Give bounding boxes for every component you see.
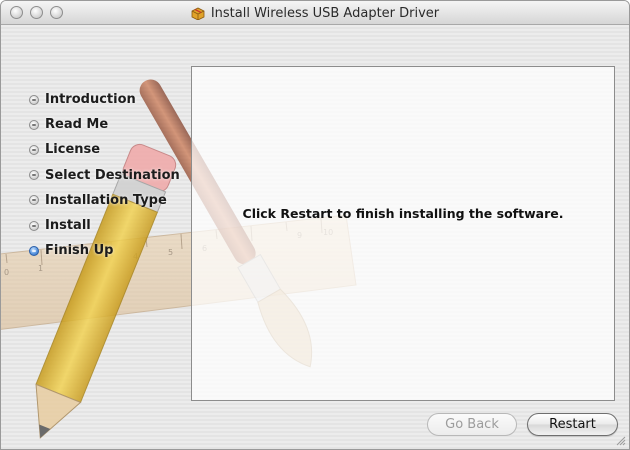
- step-installation-type: Installation Type: [29, 188, 189, 213]
- restart-button[interactable]: Restart: [527, 413, 618, 436]
- package-icon: [191, 7, 205, 20]
- title-bar[interactable]: Install Wireless USB Adapter Driver: [1, 1, 629, 25]
- step-license: License: [29, 137, 189, 162]
- finish-message: Click Restart to finish installing the s…: [242, 206, 564, 221]
- step-label: Installation Type: [45, 192, 167, 208]
- step-bullet-icon: [29, 220, 39, 231]
- svg-text:0: 0: [4, 268, 9, 277]
- window-title: Install Wireless USB Adapter Driver: [210, 5, 440, 21]
- step-label: Introduction: [45, 92, 136, 108]
- step-label: Select Destination: [45, 167, 180, 183]
- step-label: Finish Up: [45, 243, 114, 259]
- step-bullet-icon: [29, 119, 39, 130]
- go-back-button[interactable]: Go Back: [427, 413, 517, 436]
- step-bullet-icon: [29, 170, 39, 181]
- title-group: Install Wireless USB Adapter Driver: [1, 1, 629, 25]
- installer-window: Install Wireless USB Adapter Driver 0 1 …: [0, 0, 630, 450]
- step-label: Read Me: [45, 117, 109, 133]
- step-label: License: [45, 142, 101, 158]
- step-introduction: Introduction: [29, 87, 189, 112]
- step-bullet-icon: [29, 144, 39, 155]
- step-bullet-icon: [29, 195, 39, 206]
- step-select-destination: Select Destination: [29, 163, 189, 188]
- step-finish-up: Finish Up: [29, 238, 189, 263]
- content-pane: Click Restart to finish installing the s…: [191, 66, 615, 401]
- step-bullet-icon: [29, 94, 39, 105]
- step-install: Install: [29, 213, 189, 238]
- svg-text:1: 1: [38, 264, 43, 273]
- installer-steps: Introduction Read Me License Select Dest…: [29, 87, 189, 263]
- resize-grip-icon[interactable]: [616, 436, 626, 446]
- step-label: Install: [45, 218, 91, 234]
- step-read-me: Read Me: [29, 112, 189, 137]
- active-step-bullet-icon: [29, 245, 39, 256]
